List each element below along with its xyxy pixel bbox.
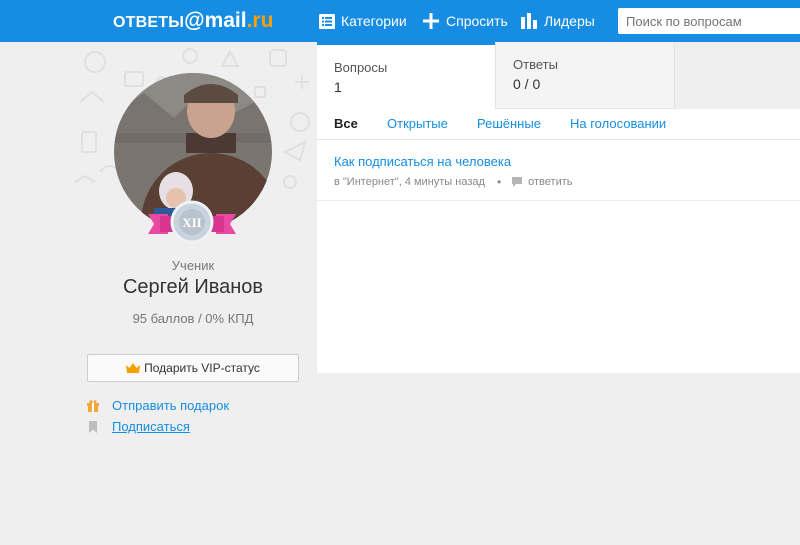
gift-icon: [87, 399, 99, 412]
crown-icon: [126, 363, 141, 373]
logo-text: ОТВЕТЫ: [113, 14, 185, 31]
answers-label: Ответы: [513, 57, 558, 72]
user-name: Сергей Иванов: [122, 276, 264, 298]
subscribe-link[interactable]: Подписаться: [87, 419, 190, 434]
questions-label: Вопросы: [334, 60, 388, 75]
stats-tabs: Вопросы 1 Ответы 0 / 0: [317, 42, 800, 109]
reply-link[interactable]: ответить: [512, 176, 572, 188]
nav-ask[interactable]: Спросить: [422, 0, 508, 42]
nav-leaders[interactable]: Лидеры: [521, 0, 595, 42]
nav-categories-label: Категории: [341, 13, 407, 29]
rank-badge-label: XII: [182, 215, 202, 230]
logo-ru: .ru: [246, 9, 274, 32]
rank-badge: XII: [148, 200, 236, 244]
plus-icon: [423, 13, 439, 29]
gift-vip-button-label: Подарить VIP-статус: [144, 361, 260, 375]
logo-mail: @mail: [184, 9, 247, 32]
nav-ask-label: Спросить: [446, 13, 508, 29]
send-gift-label: Отправить подарок: [112, 398, 230, 413]
filter-open[interactable]: Открытые: [387, 116, 448, 131]
bar-chart-icon: [521, 13, 537, 29]
bookmark-icon: [89, 420, 97, 433]
question-meta: в "Интернет", 4 минуты назад • ответить: [334, 175, 572, 189]
questions-panel: Вопросы 1 Ответы 0 / 0 Все Открытые Решё…: [317, 42, 800, 373]
filter-solved[interactable]: Решённые: [477, 116, 541, 131]
search-input[interactable]: [618, 8, 800, 34]
user-score: 95 баллов / 0% КПД: [132, 311, 254, 326]
questions-count: 1: [334, 79, 342, 95]
meta-separator: •: [496, 175, 502, 189]
top-bar: ОТВЕТЫ@mail.ru Категории Спросить Лидеры: [0, 0, 800, 42]
filter-all[interactable]: Все: [334, 116, 358, 131]
subscribe-label: Подписаться: [112, 419, 190, 434]
question-category-time: в "Интернет", 4 минуты назад: [334, 176, 485, 188]
reply-label: ответить: [528, 176, 573, 188]
question-filters: Все Открытые Решённые На голосовании: [317, 109, 800, 140]
list-icon: [319, 13, 335, 29]
list-item: Как подписаться на человека в "Интернет"…: [317, 140, 800, 201]
tab-questions[interactable]: Вопросы 1: [317, 42, 495, 109]
nav-leaders-label: Лидеры: [544, 13, 595, 29]
answers-count: 0 / 0: [513, 76, 541, 92]
question-title[interactable]: Как подписаться на человека: [334, 154, 511, 169]
tab-answers[interactable]: Ответы 0 / 0: [495, 42, 675, 109]
filter-voting[interactable]: На голосовании: [570, 116, 666, 131]
nav-categories[interactable]: Категории: [319, 0, 407, 42]
user-rank: Ученик: [171, 258, 215, 273]
stats-filler: [675, 42, 800, 109]
comment-icon: [512, 177, 523, 187]
gift-vip-button[interactable]: Подарить VIP-статус: [87, 354, 299, 382]
send-gift-link[interactable]: Отправить подарок: [87, 398, 229, 413]
site-logo[interactable]: ОТВЕТЫ@mail.ru: [113, 9, 273, 33]
